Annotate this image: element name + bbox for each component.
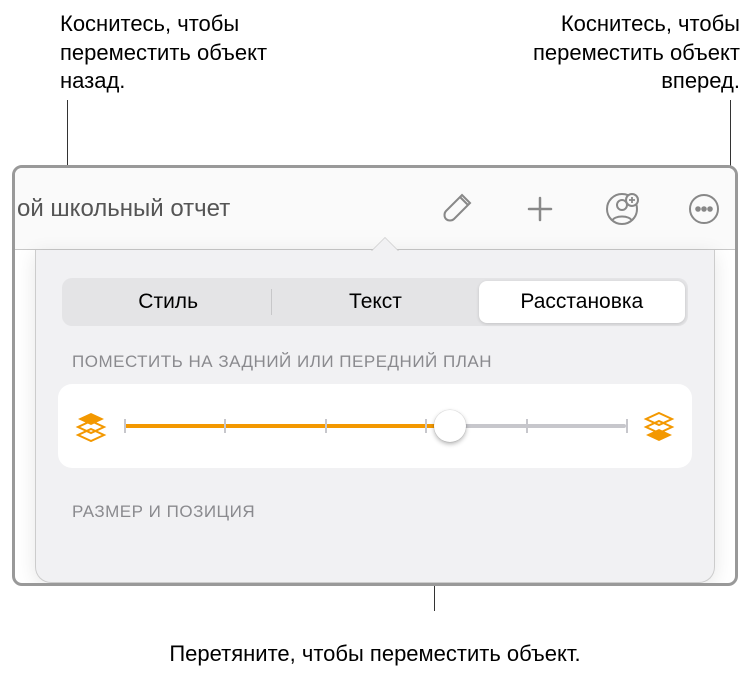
callout-move-forward: Коснитесь, чтобы переместить объект впер… [480,10,740,96]
tab-arrange[interactable]: Расстановка [479,281,685,323]
send-backward-button[interactable] [74,409,108,443]
size-position-section-label: РАЗМЕР И ПОЗИЦИЯ [36,468,714,534]
slider-tick [526,419,528,433]
person-add-icon [604,191,640,227]
tab-style[interactable]: Стиль [65,281,271,323]
paintbrush-icon [440,191,476,227]
ellipsis-circle-icon [687,192,721,226]
document-title: ой школьный отчет [15,195,401,223]
add-button[interactable] [515,184,565,234]
stack-front-icon [643,410,675,442]
app-window: ой школьный отчет [12,165,738,586]
slider-tick [124,419,126,433]
plus-icon [524,193,556,225]
format-popover: Стиль Текст Расстановка ПОМЕСТИТЬ НА ЗАД… [35,250,715,583]
tab-text[interactable]: Текст [272,281,478,323]
slider-thumb[interactable] [434,410,466,442]
slider-tick [425,419,427,433]
stack-back-icon [75,410,107,442]
callout-move-back: Коснитесь, чтобы переместить объект наза… [60,10,320,96]
slider-tick [224,419,226,433]
more-button[interactable] [679,184,729,234]
format-brush-button[interactable] [433,184,483,234]
slider-tick [626,419,628,433]
callout-drag-slider: Перетяните, чтобы переместить объект. [0,640,750,669]
layer-order-slider[interactable] [124,408,626,444]
layer-order-card [58,384,692,468]
collaborate-button[interactable] [597,184,647,234]
segmented-control-wrap: Стиль Текст Расстановка [36,250,714,352]
slider-tick [325,419,327,433]
layer-section-label: ПОМЕСТИТЬ НА ЗАДНИЙ ИЛИ ПЕРЕДНИЙ ПЛАН [36,352,714,384]
bring-forward-button[interactable] [642,409,676,443]
slider-track-fill [124,424,450,428]
format-tabs: Стиль Текст Расстановка [62,278,688,326]
